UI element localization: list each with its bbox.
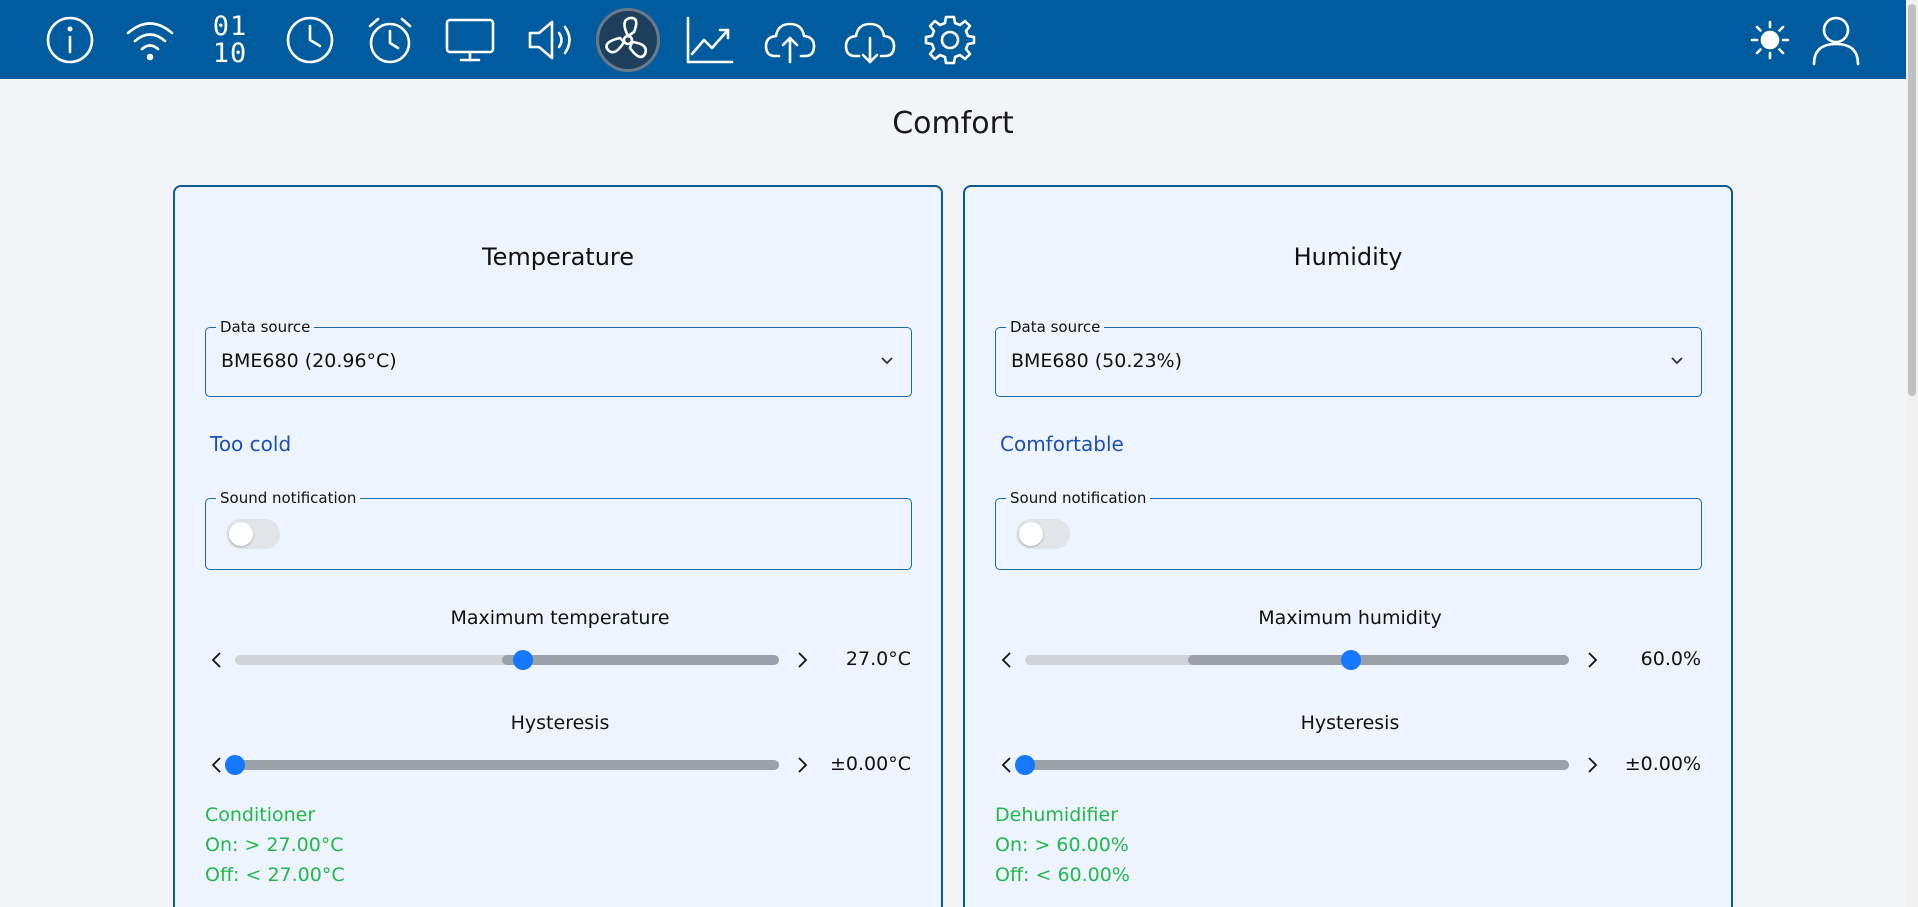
cloud-upload-icon[interactable] [758, 8, 822, 72]
alarm-clock-icon[interactable] [358, 8, 422, 72]
scrollbar[interactable] [1906, 0, 1918, 907]
chart-icon[interactable] [678, 8, 742, 72]
max-temperature-label: Maximum temperature [450, 607, 670, 629]
max-humidity-slider[interactable] [1025, 650, 1569, 670]
temperature-card: Temperature Data source BME680 (20.96°C)… [173, 185, 943, 907]
slider-thumb[interactable] [513, 650, 534, 670]
increase-arrow-icon[interactable] [1583, 649, 1601, 671]
slider-thumb[interactable] [1015, 755, 1035, 775]
clock-icon[interactable] [278, 8, 342, 72]
device-off-threshold: Off: < 60.00% [995, 864, 1130, 886]
max-humidity-label: Maximum humidity [1258, 607, 1442, 629]
chevron-down-icon [877, 351, 897, 371]
data-source-select[interactable]: Data source BME680 (50.23%) [995, 318, 1702, 397]
slider-range-fill [501, 655, 779, 665]
sun-icon[interactable] [1738, 8, 1802, 72]
device-on-threshold: On: > 27.00°C [205, 834, 344, 856]
device-name: Dehumidifier [995, 804, 1118, 826]
data-source-label: Data source [216, 318, 315, 336]
fan-icon[interactable] [596, 8, 660, 72]
hysteresis-label: Hysteresis [1300, 712, 1400, 734]
hysteresis-label: Hysteresis [510, 712, 610, 734]
top-nav-bar: 01 10 [0, 0, 1906, 79]
display-icon[interactable] [438, 8, 502, 72]
card-title: Temperature [481, 243, 635, 271]
page-title: Comfort [892, 106, 1014, 141]
data-source-value: BME680 (50.23%) [1011, 350, 1183, 372]
device-off-threshold: Off: < 27.00°C [205, 864, 345, 886]
wifi-icon[interactable] [118, 8, 182, 72]
toggle-knob [229, 522, 253, 546]
chevron-down-icon [1667, 351, 1687, 371]
device-on-threshold: On: > 60.00% [995, 834, 1129, 856]
max-temperature-slider[interactable] [235, 650, 779, 670]
slider-thumb[interactable] [225, 755, 245, 775]
user-icon[interactable] [1804, 8, 1868, 72]
increase-arrow-icon[interactable] [793, 649, 811, 671]
hysteresis-slider[interactable] [225, 755, 779, 775]
binary-top: 01 [212, 11, 248, 42]
cloud-download-icon[interactable] [838, 8, 902, 72]
info-icon[interactable] [38, 8, 102, 72]
increase-arrow-icon[interactable] [1583, 754, 1601, 776]
sound-notification-label: Sound notification [1006, 489, 1151, 507]
humidity-card: Humidity Data source BME680 (50.23%) Com… [963, 185, 1733, 907]
data-source-value: BME680 (20.96°C) [221, 350, 397, 372]
max-humidity-value: 60.0% [1640, 648, 1701, 670]
binary-bottom: 10 [212, 38, 248, 69]
data-source-select[interactable]: Data source BME680 (20.96°C) [205, 318, 912, 397]
comfort-status: Too cold [210, 432, 292, 456]
card-title: Humidity [1293, 243, 1403, 271]
sound-notification-label: Sound notification [216, 489, 361, 507]
gear-icon[interactable] [918, 8, 982, 72]
increase-arrow-icon[interactable] [793, 754, 811, 776]
data-source-label: Data source [1006, 318, 1105, 336]
slider-range-fill [1188, 655, 1569, 665]
sound-notification-toggle[interactable] [226, 519, 280, 549]
binary-icon[interactable]: 01 10 [198, 8, 262, 72]
decrease-arrow-icon[interactable] [208, 754, 226, 776]
sound-notification-field: Sound notification [205, 489, 912, 570]
scrollbar-thumb[interactable] [1908, 4, 1916, 396]
comfort-status: Comfortable [1000, 432, 1124, 456]
sound-notification-field: Sound notification [995, 489, 1702, 570]
device-name: Conditioner [205, 804, 316, 826]
hysteresis-value: ±0.00% [1624, 753, 1701, 775]
toggle-knob [1019, 522, 1043, 546]
decrease-arrow-icon[interactable] [998, 754, 1016, 776]
slider-thumb[interactable] [1341, 650, 1362, 670]
hysteresis-slider[interactable] [1015, 755, 1569, 775]
hysteresis-value: ±0.00°C [830, 753, 911, 775]
max-temperature-value: 27.0°C [845, 648, 911, 670]
decrease-arrow-icon[interactable] [208, 649, 226, 671]
sound-notification-toggle[interactable] [1016, 519, 1070, 549]
decrease-arrow-icon[interactable] [998, 649, 1016, 671]
speaker-icon[interactable] [518, 8, 582, 72]
